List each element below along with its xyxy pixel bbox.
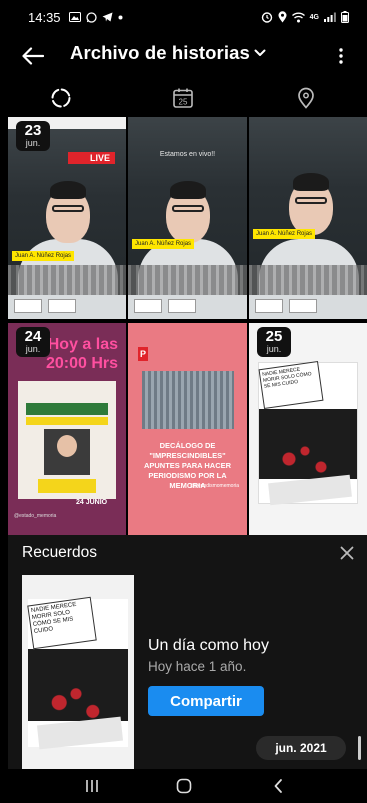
network-type: 4G bbox=[309, 13, 319, 21]
back-arrow-icon bbox=[22, 47, 44, 65]
badge-month: jun. bbox=[25, 138, 41, 148]
back-button[interactable] bbox=[18, 42, 48, 70]
memory-sign: NADIE MERECE MORIR SOLO CÓMO SE MIS CUID… bbox=[27, 596, 97, 650]
home-icon bbox=[176, 778, 192, 794]
badge-month: jun. bbox=[266, 344, 282, 354]
status-bar: 14:35 4G bbox=[0, 0, 367, 34]
p-logo-icon: P bbox=[138, 347, 148, 361]
recent-apps-button[interactable] bbox=[72, 773, 112, 799]
status-right: 4G bbox=[261, 11, 349, 23]
story-thumbnail[interactable]: 25 jun. NADIE MERECE MORIR SOLO CÓMO SE … bbox=[249, 323, 367, 535]
name-tag: Juan A. Núñez Rojas bbox=[12, 251, 75, 261]
story-thumbnail[interactable]: 23 jun. LIVE Juan A. Núñez Rojas bbox=[8, 117, 126, 319]
archive-tabs: 25 bbox=[0, 80, 367, 116]
status-time: 14:35 bbox=[28, 9, 61, 25]
memory-thumbnail[interactable]: NADIE MERECE MORIR SOLO CÓMO SE MIS CUID… bbox=[22, 575, 134, 769]
story-thumbnail[interactable]: Juan A. Núñez Rojas bbox=[249, 117, 367, 319]
close-icon bbox=[340, 546, 354, 560]
archive-title-dropdown[interactable]: Archivo de historias bbox=[70, 42, 266, 64]
name-tag: Juan A. Núñez Rojas bbox=[253, 229, 316, 239]
whatsapp-icon bbox=[85, 11, 97, 23]
memory-subtitle: Hoy hace 1 año. bbox=[148, 659, 247, 674]
more-vertical-icon bbox=[339, 48, 343, 64]
tab-stories[interactable] bbox=[0, 80, 122, 116]
story-thumbnail[interactable]: P DECÁLOGO DE "IMPRESCINDIBLES" APUNTES … bbox=[128, 323, 247, 535]
story-handle: @periodismomemoria bbox=[190, 483, 239, 489]
close-button[interactable] bbox=[337, 543, 357, 563]
badge-month: jun. bbox=[25, 344, 41, 354]
live-badge: LIVE bbox=[68, 152, 116, 164]
badge-day: 23 bbox=[24, 122, 42, 139]
story-thumbnail[interactable]: 24 jun. Hoy a las 20:00 Hrs 24 JUNIO @es… bbox=[8, 323, 126, 535]
memory-heading: Un día como hoy bbox=[148, 637, 269, 654]
poster-handle: @estado_memoria bbox=[14, 513, 57, 519]
date-badge: 25 jun. bbox=[257, 327, 291, 357]
chevron-left-icon bbox=[274, 779, 282, 793]
recuerdos-title: Recuerdos bbox=[22, 544, 97, 561]
more-options-button[interactable] bbox=[329, 42, 353, 70]
app-header: Archivo de historias bbox=[0, 34, 367, 76]
story-grid: 23 jun. LIVE Juan A. Núñez Rojas Estamos… bbox=[8, 117, 367, 535]
location-pin-icon bbox=[297, 87, 314, 109]
protest-sign: NADIE MERECE MORIR SOLO CÓMO SE MIS CUID… bbox=[258, 361, 324, 409]
location-icon bbox=[278, 11, 287, 23]
overlay-text: Estamos en vivo!! bbox=[159, 151, 216, 158]
signal-icon bbox=[324, 12, 336, 22]
badge-day: 25 bbox=[265, 328, 283, 345]
chevron-down-icon bbox=[254, 49, 266, 56]
tab-calendar[interactable]: 25 bbox=[122, 80, 244, 116]
wifi-icon bbox=[291, 12, 305, 23]
date-badge: 24 jun. bbox=[16, 327, 50, 357]
battery-icon bbox=[341, 11, 349, 23]
calendar-icon: 25 bbox=[173, 88, 194, 108]
date-badge: 23 jun. bbox=[16, 121, 50, 151]
gallery-icon bbox=[68, 12, 81, 22]
story-thumbnail[interactable]: Estamos en vivo!! Juan A. Núñez Rojas bbox=[128, 117, 247, 319]
nav-back-button[interactable] bbox=[258, 773, 298, 799]
badge-day: 24 bbox=[24, 328, 42, 345]
system-nav-bar bbox=[0, 769, 367, 803]
recent-apps-icon bbox=[86, 780, 98, 792]
status-left: 14:35 bbox=[28, 10, 123, 25]
telegram-icon bbox=[102, 12, 113, 22]
dot-icon bbox=[118, 15, 123, 20]
tab-map[interactable] bbox=[245, 80, 367, 116]
recuerdos-sheet: Recuerdos NADIE MERECE MORIR SOLO CÓMO S… bbox=[8, 535, 367, 769]
date-pill: jun. 2021 bbox=[256, 736, 346, 760]
alarm-icon bbox=[261, 11, 273, 23]
poster-date: 24 JUNIO bbox=[76, 499, 108, 506]
share-button[interactable]: Compartir bbox=[148, 686, 264, 716]
page-title: Archivo de historias bbox=[70, 42, 250, 63]
scrollbar-handle[interactable] bbox=[358, 736, 361, 760]
calendar-day: 25 bbox=[179, 98, 188, 107]
dashed-circle-icon bbox=[51, 88, 71, 108]
home-button[interactable] bbox=[164, 773, 204, 799]
name-tag: Juan A. Núñez Rojas bbox=[132, 239, 195, 249]
